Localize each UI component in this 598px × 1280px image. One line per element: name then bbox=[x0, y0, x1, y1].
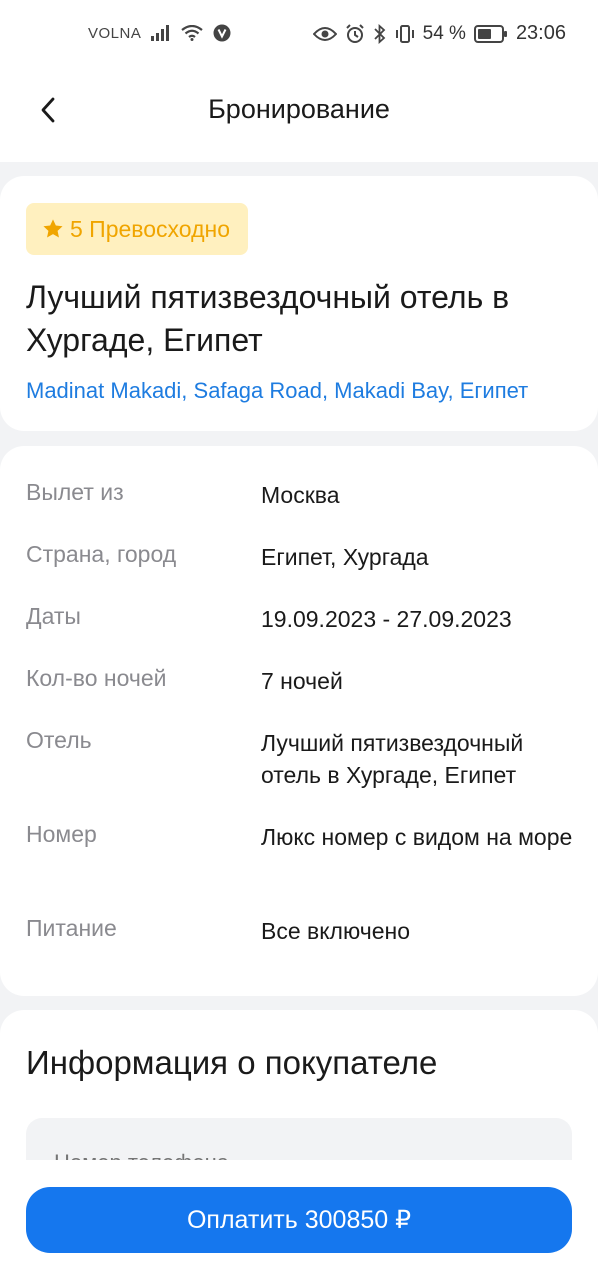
detail-label: Страна, город bbox=[26, 541, 177, 567]
status-right: 54 % 23:06 bbox=[312, 22, 566, 45]
alarm-icon bbox=[345, 23, 365, 44]
booking-details-card: Вылет из Москва Страна, город Египет, Ху… bbox=[0, 446, 598, 996]
bottom-bar: Оплатить 300850 ₽ bbox=[0, 1160, 598, 1280]
status-left: VOLNA bbox=[88, 24, 231, 42]
detail-label: Вылет из bbox=[26, 479, 124, 505]
detail-value: 19.09.2023 - 27.09.2023 bbox=[261, 606, 512, 632]
detail-label: Отель bbox=[26, 727, 92, 753]
vpn-icon bbox=[213, 24, 231, 42]
screen: VOLNA 54 % 23:06 Бронирование 5 Превосхо… bbox=[0, 0, 598, 1280]
bluetooth-icon bbox=[373, 23, 387, 44]
battery-percent: 54 % bbox=[422, 22, 466, 44]
detail-value: Лучший пятизвездочный отель в Хургаде, Е… bbox=[261, 730, 524, 788]
battery-icon bbox=[473, 24, 508, 43]
star-icon bbox=[42, 218, 64, 240]
vibrate-icon bbox=[395, 24, 415, 44]
detail-value: Все включено bbox=[261, 918, 410, 944]
page-title: Бронирование bbox=[208, 94, 390, 124]
pay-button[interactable]: Оплатить 300850 ₽ bbox=[26, 1187, 572, 1253]
hotel-card: 5 Превосходно Лучший пятизвездочный отел… bbox=[0, 176, 598, 431]
clock: 23:06 bbox=[515, 22, 566, 44]
rating-badge: 5 Превосходно bbox=[26, 203, 248, 255]
app-header: Бронирование bbox=[0, 70, 598, 162]
eye-icon bbox=[312, 26, 337, 42]
detail-label: Даты bbox=[26, 603, 81, 629]
detail-value: Люкс номер с видом на море bbox=[261, 824, 573, 850]
carrier-name: VOLNA bbox=[88, 24, 142, 42]
buyer-section-title: Информация о покупателе bbox=[26, 1044, 438, 1081]
wifi-icon bbox=[181, 25, 204, 41]
detail-value: Москва bbox=[261, 482, 340, 508]
hotel-name: Лучший пятизвездочный отель в Хургаде, Е… bbox=[26, 279, 510, 358]
detail-value: 7 ночей bbox=[261, 668, 343, 694]
detail-label: Кол-во ночей bbox=[26, 665, 167, 691]
detail-label: Номер bbox=[26, 821, 97, 847]
detail-label: Питание bbox=[26, 915, 117, 941]
detail-value: Египет, Хургада bbox=[261, 544, 429, 570]
hotel-address-link[interactable]: Madinat Makadi, Safaga Road, Makadi Bay,… bbox=[26, 378, 528, 404]
status-bar: VOLNA 54 % 23:06 bbox=[0, 0, 598, 70]
rating-label: 5 Превосходно bbox=[70, 215, 230, 242]
signal-icon bbox=[151, 25, 171, 41]
